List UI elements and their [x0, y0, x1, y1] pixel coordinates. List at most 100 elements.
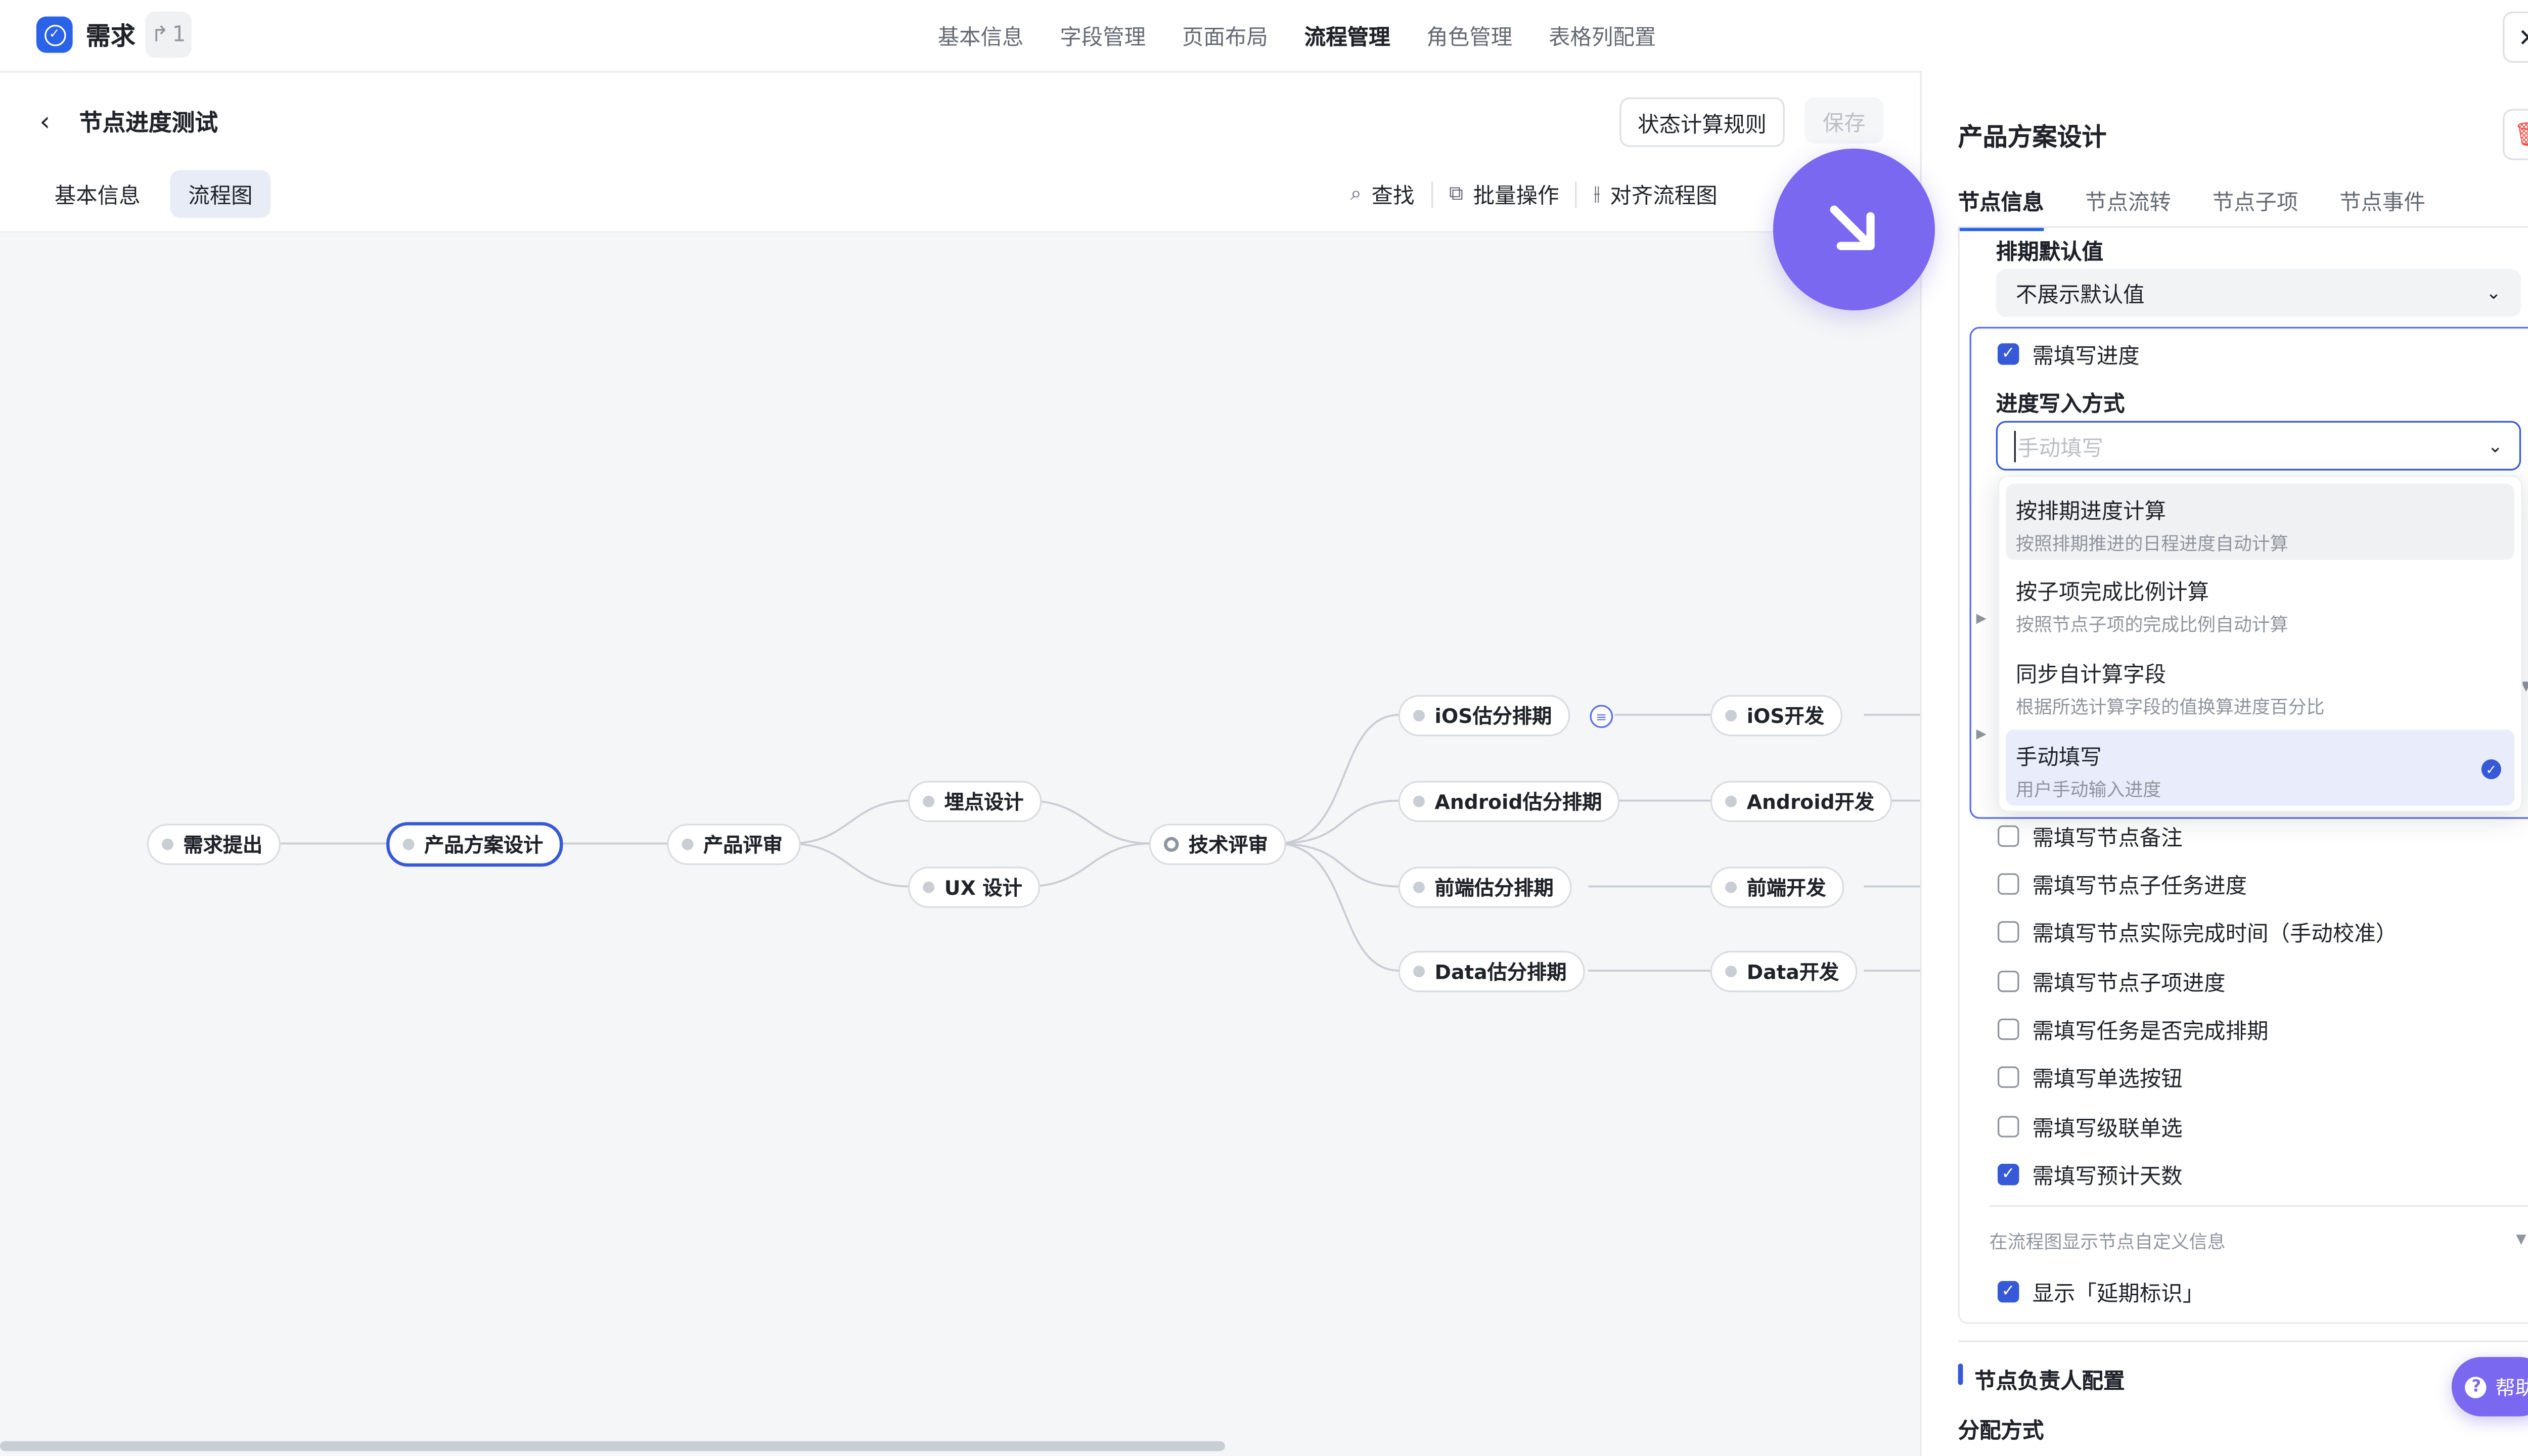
- app-title: 需求: [85, 21, 136, 52]
- option-title: 同步自计算字段: [2015, 663, 2166, 689]
- batch-label: 批量操作: [1473, 185, 1559, 210]
- node-target-icon: [1164, 837, 1179, 852]
- node-label: iOS估分排期: [1434, 705, 1552, 728]
- collapse-arrow-icon[interactable]: ▶: [1976, 726, 1987, 741]
- horizontal-scrollbar[interactable]: [0, 1441, 1225, 1451]
- node-label: Android开发: [1746, 791, 1875, 814]
- flow-node[interactable]: 埋点设计: [908, 781, 1042, 823]
- progress-required-checkbox[interactable]: ✓ 需填写进度: [1998, 338, 2140, 370]
- schedule-default-value: 不展示默认值: [2015, 284, 2145, 309]
- node-status-dot: [1413, 710, 1425, 721]
- find-button[interactable]: ⌕ 查找: [1334, 178, 1431, 210]
- share-count-badge[interactable]: ↱ 1: [145, 11, 192, 58]
- flow-node[interactable]: 产品评审: [667, 824, 801, 866]
- list-icon[interactable]: ≡: [1590, 705, 1613, 728]
- checkbox-label: 需填写单选按钮: [2032, 1068, 2183, 1093]
- node-label: Data开发: [1746, 961, 1839, 984]
- flow-node[interactable]: iOS开发: [1710, 695, 1842, 737]
- status-rule-button[interactable]: 状态计算规则: [1619, 97, 1785, 147]
- node-status-dot: [1413, 966, 1425, 978]
- top-nav-roles[interactable]: 角色管理: [1426, 20, 1512, 51]
- checkbox-radio-button[interactable]: 需填写单选按钮: [1998, 1062, 2183, 1093]
- back-icon[interactable]: ‹: [39, 106, 50, 137]
- top-nav-layout[interactable]: 页面布局: [1182, 20, 1268, 51]
- save-button[interactable]: 保存: [1804, 97, 1884, 144]
- flow-node[interactable]: iOS估分排期: [1398, 695, 1570, 737]
- top-nav-process[interactable]: 流程管理: [1304, 20, 1390, 51]
- check-circle-icon: ✓: [2481, 759, 2501, 780]
- dropdown-option[interactable]: 同步自计算字段 根据所选计算字段的值换算进度百分比: [2006, 647, 2514, 723]
- checkbox-cascade-select[interactable]: 需填写级联单选: [1998, 1111, 2183, 1143]
- share-icon: ↱: [151, 22, 169, 48]
- node-label: iOS开发: [1746, 705, 1825, 728]
- tab-node-flow[interactable]: 节点流转: [2085, 185, 2171, 231]
- flow-edges: [264, 713, 1920, 972]
- flow-node[interactable]: UX 设计: [908, 867, 1041, 908]
- top-nav: 基本信息 字段管理 页面布局 流程管理 角色管理 表格列配置: [938, 20, 1656, 51]
- schedule-default-select[interactable]: 不展示默认值 ⌄: [1996, 269, 2521, 317]
- chevron-down-icon: ⌄: [2488, 435, 2503, 457]
- node-label: 技术评审: [1189, 833, 1268, 857]
- flow-node[interactable]: 前端开发: [1710, 867, 1844, 908]
- panel-title: 产品方案设计: [1958, 122, 2107, 152]
- tab-node-info[interactable]: 节点信息: [1958, 185, 2044, 232]
- flow-node[interactable]: Android估分排期: [1398, 781, 1620, 823]
- top-nav-basic[interactable]: 基本信息: [938, 20, 1024, 51]
- node-status-dot: [1725, 795, 1737, 807]
- help-button[interactable]: ? 帮助: [2451, 1357, 2528, 1417]
- align-label: 对齐流程图: [1610, 185, 1718, 210]
- custom-info-section-title: 在流程图显示节点自定义信息: [1989, 1231, 2226, 1253]
- flow-node[interactable]: 前端估分排期: [1398, 867, 1572, 908]
- node-label: 产品评审: [703, 833, 783, 857]
- edge: [1027, 842, 1151, 888]
- progress-method-select[interactable]: 手动填写 ⌄: [1996, 421, 2521, 471]
- trash-icon: 🗑: [2514, 121, 2528, 148]
- app-logo-icon: ✓: [36, 16, 73, 53]
- tab-node-subitems[interactable]: 节点子项: [2213, 185, 2298, 231]
- top-nav-fields[interactable]: 字段管理: [1060, 20, 1146, 51]
- flow-node[interactable]: Data开发: [1710, 950, 1858, 992]
- checkbox-actual-finish-time[interactable]: 需填写节点实际完成时间（手动校准）: [1998, 916, 2397, 947]
- dropdown-option[interactable]: 按子项完成比例计算 按照节点子项的完成比例自动计算: [2006, 565, 2514, 641]
- section-accent-bar: [1958, 1363, 1963, 1385]
- top-nav-table-columns[interactable]: 表格列配置: [1549, 20, 1656, 51]
- checkbox-show-delay[interactable]: ✓ 显示「延期标识」: [1998, 1276, 2204, 1307]
- checkbox-estimated-days[interactable]: ✓ 需填写预计天数: [1998, 1159, 2183, 1190]
- checkbox-label: 需填写节点备注: [2032, 827, 2183, 852]
- flow-node[interactable]: Data估分排期: [1398, 950, 1585, 992]
- option-title: 按排期进度计算: [2015, 500, 2166, 525]
- checkbox-subtask-progress[interactable]: 需填写节点子任务进度: [1998, 869, 2247, 900]
- align-button[interactable]: ⫲ 对齐流程图: [1577, 178, 1734, 210]
- flow-node[interactable]: 需求提出: [147, 824, 281, 866]
- schedule-default-label: 排期默认值: [1996, 241, 2104, 266]
- node-label: 需求提出: [183, 833, 263, 857]
- expand-arrow-icon[interactable]: ▼: [2516, 1232, 2526, 1246]
- checkbox-schedule-done[interactable]: 需填写任务是否完成排期: [1998, 1014, 2269, 1045]
- node-status-dot: [161, 838, 173, 850]
- checkbox-checked-icon: ✓: [1998, 1281, 2019, 1303]
- dropdown-option-selected[interactable]: 手动填写 用户手动输入进度 ✓: [2006, 730, 2515, 806]
- tab-node-events[interactable]: 节点事件: [2339, 185, 2425, 231]
- delete-button[interactable]: 🗑: [2503, 109, 2528, 160]
- checkbox-label: 需填写任务是否完成排期: [2032, 1020, 2269, 1045]
- panel-tabs: 节点信息 节点流转 节点子项 节点事件: [1958, 185, 2425, 232]
- owner-config-title: 节点负责人配置: [1974, 1370, 2125, 1395]
- collapse-arrow-icon[interactable]: ▶: [1976, 611, 1987, 625]
- checkbox-label: 需填写预计天数: [2032, 1165, 2183, 1191]
- option-desc: 用户手动输入进度: [2015, 779, 2161, 801]
- dropdown-option[interactable]: 按排期进度计算 按照排期推进的日程进度自动计算: [2006, 483, 2515, 560]
- flow-canvas[interactable]: 需求提出 产品方案设计 产品评审 埋点设计 UX 设计 技术评审 iOS估分排期…: [0, 231, 1920, 1456]
- subtab-flowchart[interactable]: 流程图: [170, 170, 271, 218]
- flow-node[interactable]: 技术评审: [1149, 824, 1286, 866]
- flow-node[interactable]: Android开发: [1710, 781, 1893, 823]
- option-desc: 根据所选计算字段的值换算进度百分比: [2015, 696, 2325, 718]
- batch-button[interactable]: ⧉ 批量操作: [1432, 178, 1575, 210]
- checkbox-subitem-progress[interactable]: 需填写节点子项进度: [1998, 966, 2226, 997]
- checkbox-label: 需填写节点子项进度: [2032, 972, 2226, 997]
- close-button[interactable]: ✕: [2503, 11, 2528, 63]
- help-label: 帮助: [2495, 1376, 2528, 1399]
- checkbox-node-remark[interactable]: 需填写节点备注: [1998, 821, 2183, 852]
- checkbox-icon: [1998, 825, 2019, 847]
- flow-node-selected[interactable]: 产品方案设计: [386, 822, 563, 867]
- subtab-basic-info[interactable]: 基本信息: [36, 170, 159, 218]
